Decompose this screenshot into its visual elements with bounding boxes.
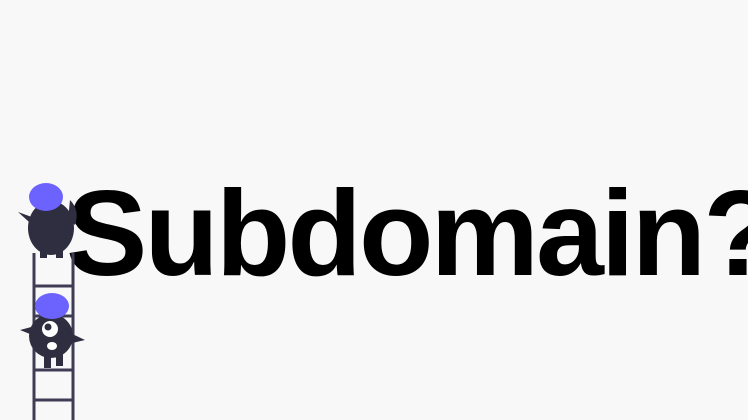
ladder-illustration (18, 183, 85, 420)
bottom-creature (20, 293, 85, 368)
top-creature (18, 183, 77, 258)
